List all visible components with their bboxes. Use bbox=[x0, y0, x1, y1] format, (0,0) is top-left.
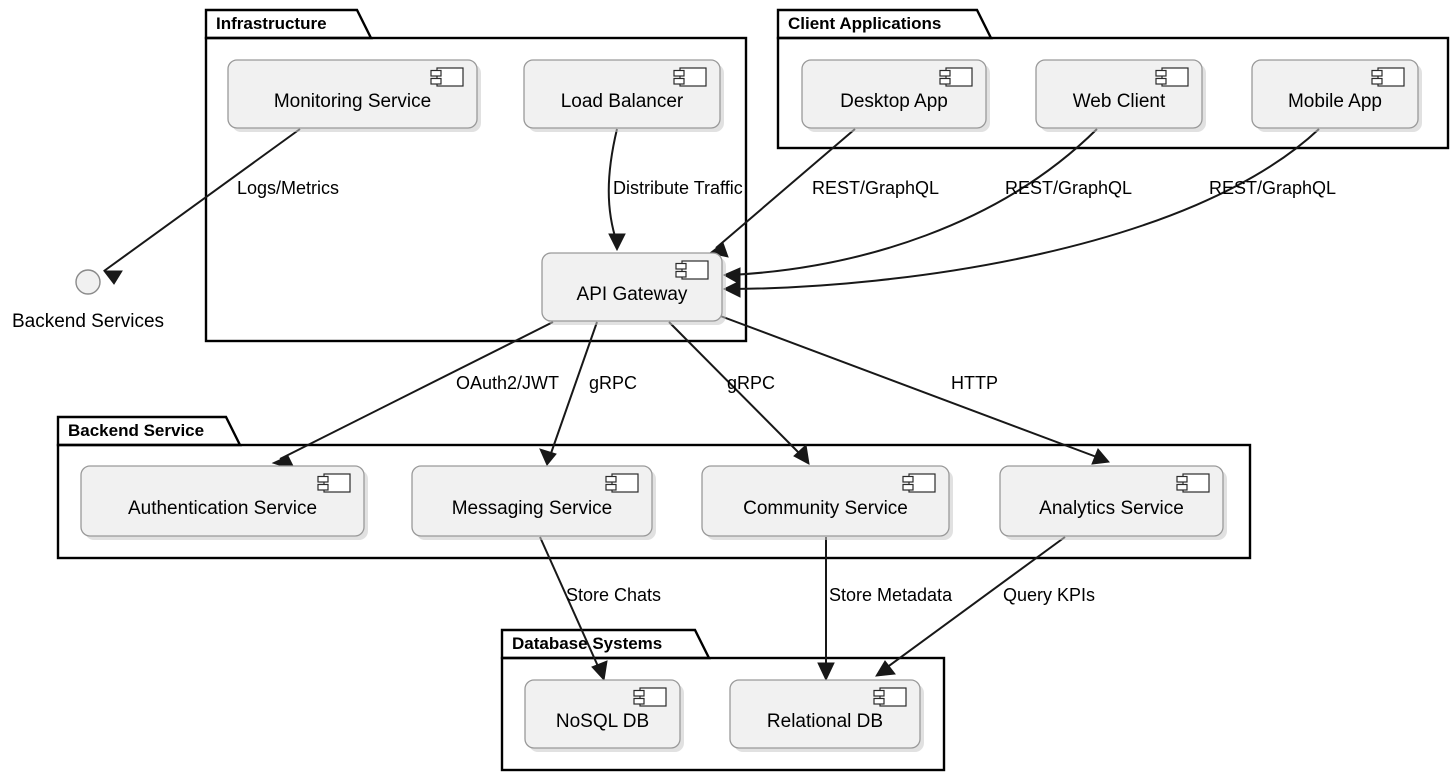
component-icon-tab-top bbox=[1155, 69, 1167, 77]
component-icon-tab-top bbox=[673, 69, 685, 77]
component-analytics-service[interactable]: Analytics Service bbox=[999, 465, 1227, 540]
component-icon-tab-top bbox=[902, 475, 914, 483]
component-icon-tab-top bbox=[1176, 475, 1188, 483]
arrowhead-icon bbox=[608, 233, 626, 252]
component-icon-tab-top bbox=[873, 689, 885, 697]
component-authentication-service[interactable]: Authentication Service bbox=[80, 465, 368, 540]
component-label: Load Balancer bbox=[561, 91, 684, 112]
component-icon-tab-top bbox=[939, 69, 951, 77]
component-icon-tab-bottom bbox=[902, 483, 914, 491]
component-icon-tab-bottom bbox=[605, 483, 617, 491]
component-icon-tab-bottom bbox=[675, 270, 687, 278]
package-title: Backend Service bbox=[68, 421, 204, 440]
component-label: Community Service bbox=[743, 498, 908, 519]
interface-label: Backend Services bbox=[12, 311, 164, 332]
interface-backend-services-interface[interactable]: Backend Services bbox=[12, 269, 164, 332]
component-label: Relational DB bbox=[767, 711, 883, 732]
component-icon-tab-bottom bbox=[939, 77, 951, 85]
component-label: NoSQL DB bbox=[556, 711, 649, 732]
component-label: Analytics Service bbox=[1039, 498, 1184, 519]
link-label: gRPC bbox=[727, 373, 775, 393]
arrowhead-icon bbox=[722, 267, 741, 285]
link-label: Distribute Traffic bbox=[613, 178, 743, 198]
link-label: HTTP bbox=[951, 373, 998, 393]
component-label: Web Client bbox=[1073, 91, 1166, 112]
component-icon-tab-top bbox=[605, 475, 617, 483]
edge-labels-layer: Logs/Metrics Distribute Traffic REST/Graph… bbox=[237, 178, 1336, 605]
diagram-canvas: Infrastructure Client Applications Backend… bbox=[12, 8, 1450, 772]
component-icon-tab-bottom bbox=[1176, 483, 1188, 491]
component-web-client[interactable]: Web Client bbox=[1035, 59, 1206, 132]
link-api-gateway-to-messaging bbox=[539, 321, 598, 466]
component-community-service[interactable]: Community Service bbox=[701, 465, 953, 540]
link-label: REST/GraphQL bbox=[1005, 178, 1132, 198]
component-label: Mobile App bbox=[1288, 91, 1382, 112]
component-messaging-service[interactable]: Messaging Service bbox=[411, 465, 656, 540]
component-monitoring-service[interactable]: Monitoring Service bbox=[227, 59, 481, 132]
interfaces-layer: Backend Services bbox=[12, 269, 164, 332]
component-desktop-app[interactable]: Desktop App bbox=[801, 59, 990, 132]
component-icon-tab-bottom bbox=[633, 697, 645, 705]
link-web-client-to-api-gateway bbox=[722, 128, 1098, 285]
component-label: Desktop App bbox=[840, 91, 948, 112]
component-load-balancer[interactable]: Load Balancer bbox=[523, 59, 724, 132]
link-label: Logs/Metrics bbox=[237, 178, 339, 198]
link-label: Store Chats bbox=[566, 585, 661, 605]
component-relational-db[interactable]: Relational DB bbox=[729, 679, 924, 752]
links-layer bbox=[102, 128, 1320, 682]
arrowhead-icon bbox=[102, 270, 123, 285]
component-icon-tab-top bbox=[1371, 69, 1383, 77]
component-icon-tab-bottom bbox=[430, 77, 442, 85]
arrowhead-icon bbox=[1091, 448, 1110, 465]
component-icon-tab-top bbox=[430, 69, 442, 77]
link-label: gRPC bbox=[589, 373, 637, 393]
component-api-gateway[interactable]: API Gateway bbox=[541, 252, 726, 325]
arrowhead-icon bbox=[591, 660, 608, 682]
link-mobile-app-to-api-gateway bbox=[722, 128, 1320, 298]
component-label: Authentication Service bbox=[128, 498, 317, 519]
link-label: REST/GraphQL bbox=[1209, 178, 1336, 198]
component-mobile-app[interactable]: Mobile App bbox=[1251, 59, 1422, 132]
uml-component-diagram: Infrastructure Client Applications Backend… bbox=[0, 0, 1456, 777]
component-label: Messaging Service bbox=[452, 498, 613, 519]
arrowhead-icon bbox=[817, 662, 835, 682]
package-title: Infrastructure bbox=[216, 14, 327, 33]
package-title: Client Applications bbox=[788, 14, 941, 33]
component-icon-tab-bottom bbox=[317, 483, 329, 491]
arrowhead-icon bbox=[722, 280, 741, 298]
component-icon-tab-bottom bbox=[1155, 77, 1167, 85]
link-label: Query KPIs bbox=[1003, 585, 1095, 605]
interface-circle-icon[interactable] bbox=[75, 269, 101, 295]
link-api-gateway-to-community bbox=[668, 321, 810, 465]
link-label: REST/GraphQL bbox=[812, 178, 939, 198]
arrowhead-icon bbox=[793, 444, 810, 465]
link-label: OAuth2/JWT bbox=[456, 373, 559, 393]
component-icon-tab-top bbox=[633, 689, 645, 697]
link-line bbox=[103, 128, 301, 272]
component-icon-tab-top bbox=[317, 475, 329, 483]
arrowhead-icon bbox=[539, 448, 557, 466]
link-label: Store Metadata bbox=[829, 585, 953, 605]
component-icon-tab-bottom bbox=[1371, 77, 1383, 85]
component-label: Monitoring Service bbox=[274, 91, 431, 112]
component-label: API Gateway bbox=[577, 284, 688, 305]
component-icon-tab-top bbox=[675, 262, 687, 270]
component-nosql-db[interactable]: NoSQL DB bbox=[524, 679, 684, 752]
component-icon-tab-bottom bbox=[873, 697, 885, 705]
link-monitoring-to-backend-services bbox=[102, 128, 301, 285]
link-api-gateway-to-authentication bbox=[271, 321, 554, 471]
component-icon-tab-bottom bbox=[673, 77, 685, 85]
